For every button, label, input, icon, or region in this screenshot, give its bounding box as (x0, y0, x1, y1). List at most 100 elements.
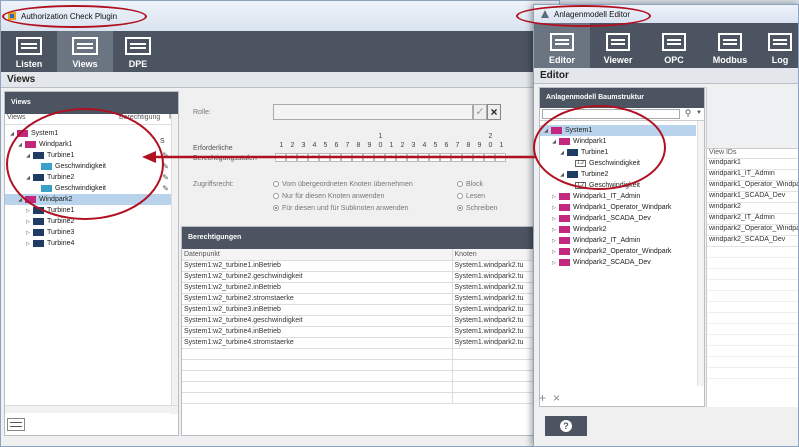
editor-label: Editor (549, 55, 575, 65)
level-digit: 6 (444, 142, 449, 149)
remove-node-icon[interactable]: × (553, 391, 560, 405)
knoten-cell: System1.windpark2.tu (452, 282, 535, 294)
radio-node-only[interactable] (273, 193, 279, 200)
editor-tree-node[interactable]: ▷ Windpark1_SCADA_Dev (540, 213, 696, 224)
collapsed-triangle-icon[interactable]: ▷ (25, 230, 31, 236)
empty-view-id-row (707, 291, 798, 302)
radio-block[interactable] (457, 181, 463, 188)
opt-inherit[interactable]: Vom übergeordneten Knoten übernehmen (273, 181, 413, 188)
confirm-check-icon[interactable]: ✓ (473, 104, 487, 120)
empty-table-row (182, 381, 535, 393)
view-id-item[interactable]: windpark2_SCADA_Dev (707, 236, 798, 247)
editor-tree-node[interactable]: ▷ Windpark1_Operator_Windpark (540, 202, 696, 213)
page-title: Views (1, 72, 559, 88)
level-tens-digit: 2 (488, 133, 493, 140)
help-button[interactable]: ? (545, 416, 587, 436)
view-id-item[interactable]: windpark1_SCADA_Dev (707, 192, 798, 203)
radio-schreiben[interactable] (457, 205, 463, 212)
tree-hscrollbar[interactable] (5, 405, 178, 413)
editor-tree-scrollbar[interactable] (697, 121, 704, 386)
tree-node[interactable]: ▷ Turbine3 (5, 227, 173, 238)
col-knoten[interactable]: Knoten (452, 249, 535, 261)
table-row[interactable]: System1:w2_turbine2.geschwindigkeit Syste… (182, 271, 535, 283)
radio-lesen[interactable] (457, 193, 463, 200)
views-icon (72, 37, 98, 55)
expand-triangle-icon[interactable]: ◢ (9, 131, 15, 137)
editor-button[interactable]: Editor (534, 23, 590, 68)
opt-subnodes[interactable]: Für diesen und für Subknoten anwenden (273, 205, 408, 212)
level-tens-digit (298, 133, 309, 140)
search-icon[interactable]: ⚲ (682, 108, 694, 120)
role-input[interactable] (273, 104, 473, 120)
pencil-icon[interactable]: ✎ (162, 173, 169, 182)
editor-tree-node[interactable]: ▷ Windpark1_IT_Admin (540, 191, 696, 202)
table-row[interactable]: System1:w2_turbine1.inBetrieb System1.win… (182, 260, 535, 272)
col-datenpunkt[interactable]: Datenpunkt (182, 249, 453, 261)
collapsed-triangle-icon[interactable]: ▷ (25, 208, 31, 214)
log-button[interactable]: Log (758, 23, 798, 68)
view-id-item[interactable]: windpark2 (707, 203, 798, 214)
tree-node[interactable]: ▷ Turbine4 (5, 238, 173, 249)
listen-button[interactable]: Listen (1, 31, 57, 72)
empty-view-id-row (707, 247, 798, 258)
datenpunkt-cell: System1:w2_turbine2.stromstaerke (182, 293, 453, 305)
collapsed-triangle-icon[interactable]: ▷ (551, 227, 557, 233)
radio-subnodes[interactable] (273, 205, 279, 212)
editor-toolbar: Editor Viewer OPC Modbus Log (534, 23, 798, 68)
collapsed-triangle-icon[interactable]: ▷ (551, 216, 557, 222)
cancel-x-icon[interactable]: × (487, 104, 501, 120)
editor-tree-node[interactable]: ▷ Windpark2_IT_Admin (540, 235, 696, 246)
opt-block[interactable]: Block (457, 181, 483, 188)
viewer-button[interactable]: Viewer (590, 23, 646, 68)
modbus-icon (718, 33, 742, 51)
view-id-item[interactable]: windpark2_IT_Admin (707, 214, 798, 225)
collapsed-triangle-icon[interactable]: ▷ (25, 241, 31, 247)
level-tens-digit (386, 133, 397, 140)
collapsed-triangle-icon[interactable]: ▷ (551, 260, 557, 266)
radio-inherit[interactable] (273, 181, 279, 188)
view-ids-header[interactable]: View IDs (707, 149, 798, 159)
table-row[interactable]: System1:w2_turbine4.geschwindigkeit Syste… (182, 315, 535, 327)
view-id-item[interactable]: windpark1_IT_Admin (707, 170, 798, 181)
table-row[interactable]: System1:w2_turbine4.stromstaerke System1.… (182, 337, 535, 349)
level-digit: 3 (301, 142, 306, 149)
view-id-item[interactable]: windpark2_Operator_Windpark (707, 225, 798, 236)
level-tens-digit (342, 133, 353, 140)
views-button[interactable]: Views (57, 31, 113, 72)
node-type-icon (33, 240, 44, 247)
annotation-ellipse-views-tree (6, 108, 164, 220)
dpe-button[interactable]: DPE (113, 31, 163, 72)
opt-lesen[interactable]: Lesen (457, 193, 485, 200)
pencil-icon[interactable]: ✎ (162, 184, 169, 193)
collapsed-triangle-icon[interactable]: ▷ (551, 194, 557, 200)
table-row[interactable]: System1:w2_turbine2.inBetrieb System1.win… (182, 282, 535, 294)
help-icon: ? (560, 420, 572, 432)
add-node-icon[interactable]: + (539, 391, 546, 405)
collapsed-triangle-icon[interactable]: ▷ (25, 219, 31, 225)
editor-tree-node[interactable]: ▷ Windpark2_Operator_Windpark (540, 246, 696, 257)
level-digit: 7 (345, 142, 350, 149)
level-tens-digit: 1 (378, 133, 383, 140)
viewer-label: Viewer (603, 55, 633, 65)
opt-schreiben[interactable]: Schreiben (457, 205, 498, 212)
collapsed-triangle-icon[interactable]: ▷ (551, 238, 557, 244)
empty-table-row (182, 359, 535, 371)
view-id-item[interactable]: windpark1_Operator_Windpark (707, 181, 798, 192)
opt-node-only[interactable]: Nur für diesen Knoten anwenden (273, 193, 384, 200)
view-id-item[interactable]: windpark1 (707, 159, 798, 170)
modbus-button[interactable]: Modbus (702, 23, 758, 68)
table-row[interactable]: System1:w2_turbine4.inBetrieb System1.win… (182, 326, 535, 338)
level-tens-digit (397, 133, 408, 140)
table-row[interactable]: System1:w2_turbine2.stromstaerke System1.… (182, 293, 535, 305)
opt-lesen-label: Lesen (466, 193, 486, 200)
level-digit: 2 (400, 142, 405, 149)
list-view-icon[interactable] (7, 418, 25, 431)
collapsed-triangle-icon[interactable]: ▷ (551, 205, 557, 211)
editor-tree-node[interactable]: ▷ Windpark2 (540, 224, 696, 235)
opc-button[interactable]: OPC (646, 23, 702, 68)
table-row[interactable]: System1:w2_turbine3.inBetrieb System1.win… (182, 304, 535, 316)
collapsed-triangle-icon[interactable]: ▷ (551, 249, 557, 255)
level-digit: 8 (466, 142, 471, 149)
dropdown-arrow-icon[interactable]: ▼ (694, 108, 704, 120)
editor-tree-node[interactable]: ▷ Windpark2_SCADA_Dev (540, 257, 696, 268)
